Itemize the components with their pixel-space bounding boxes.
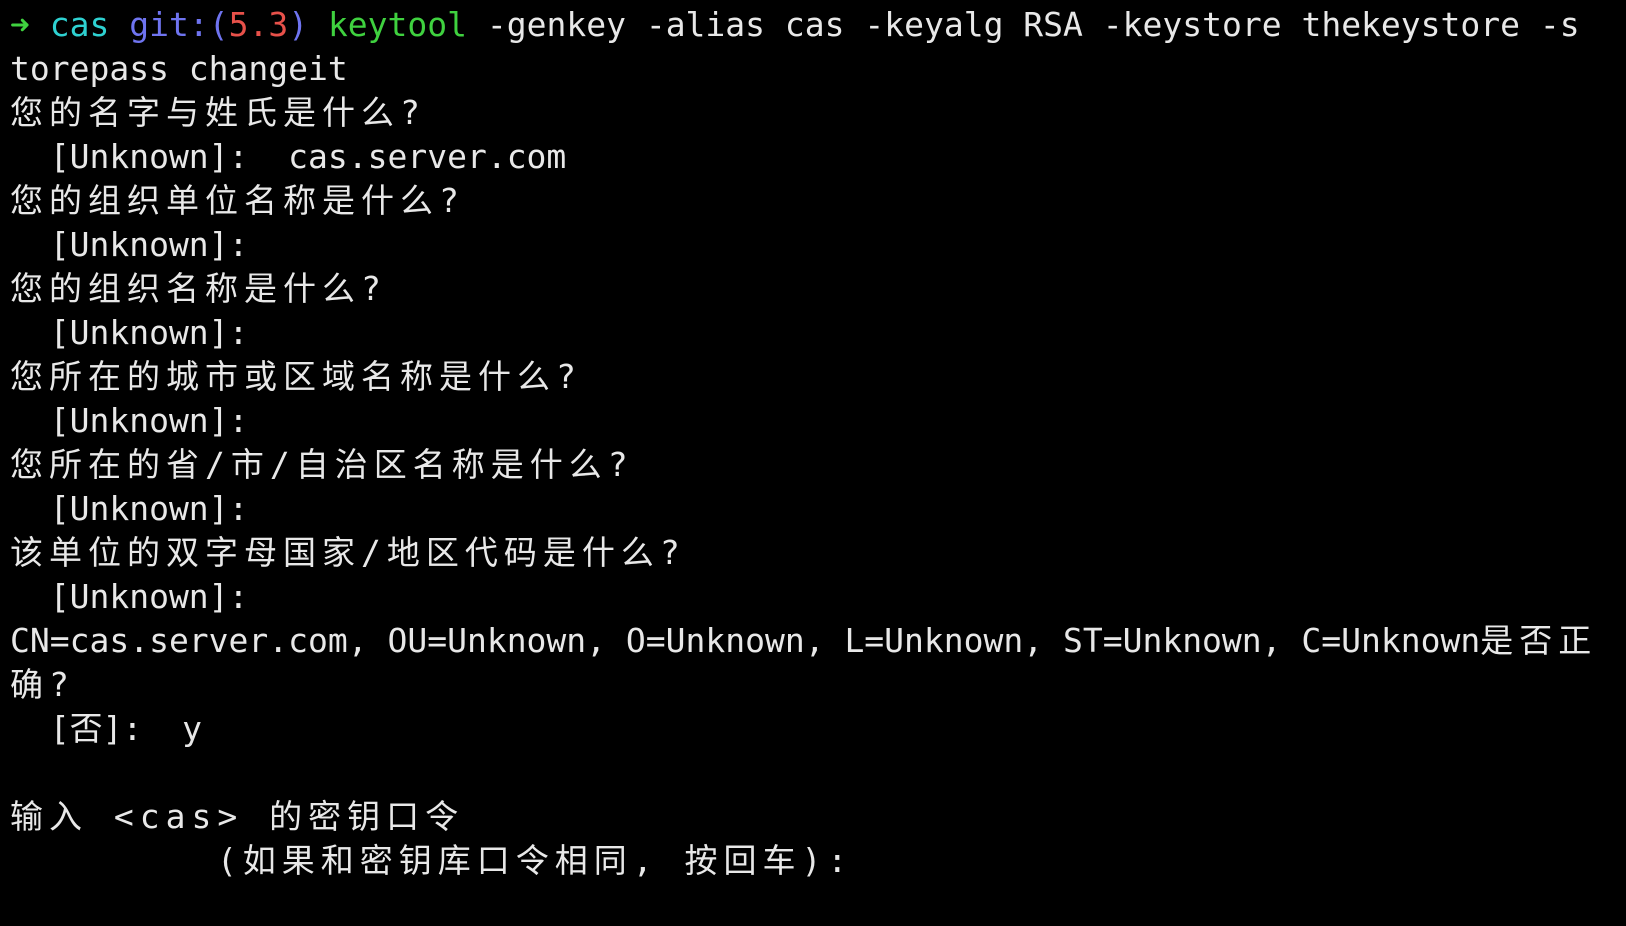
- command-name: keytool: [327, 5, 468, 44]
- question-org: 您的组织名称是什么?: [10, 269, 387, 308]
- answer-org-unit: [Unknown]:: [10, 225, 249, 264]
- answer-city: [Unknown]:: [10, 401, 249, 440]
- question-org-unit: 您的组织单位名称是什么?: [10, 181, 465, 220]
- prompt-line: ➜ cas git:(5.3) keytool -genkey -alias c…: [10, 3, 1616, 47]
- confirm-suffix-wrap: 确?: [10, 665, 75, 704]
- key-password-hint: (如果和密钥库口令相同, 按回车):: [10, 841, 854, 880]
- command-args: -genkey -alias cas -keyalg RSA -keystore…: [467, 5, 1580, 44]
- answer-country: [Unknown]:: [10, 577, 249, 616]
- question-city: 您所在的城市或区域名称是什么?: [10, 357, 582, 396]
- command-args-wrap: torepass changeit: [10, 49, 348, 88]
- question-name: 您的名字与姓氏是什么?: [10, 93, 426, 132]
- question-country: 该单位的双字母国家/地区代码是什么?: [10, 533, 686, 572]
- terminal-window[interactable]: ➜ cas git:(5.3) keytool -genkey -alias c…: [10, 0, 1616, 926]
- question-state: 您所在的省/市/自治区名称是什么?: [10, 445, 634, 484]
- prompt-git-close: ): [288, 5, 309, 44]
- answer-state: [Unknown]:: [10, 489, 249, 528]
- key-password-prompt: 输入 <cas> 的密钥口令: [10, 797, 465, 836]
- prompt-git-branch: 5.3: [228, 5, 289, 44]
- prompt-arrow-icon: ➜: [10, 5, 30, 44]
- answer-name: [Unknown]: cas.server.com: [10, 137, 567, 176]
- answer-org: [Unknown]:: [10, 313, 249, 352]
- prompt-git-label: git:(: [129, 5, 229, 44]
- confirm-dn: CN=cas.server.com, OU=Unknown, O=Unknown…: [10, 621, 1481, 660]
- confirm-suffix: 是否正: [1480, 621, 1598, 660]
- prompt-directory: cas: [49, 5, 110, 44]
- confirm-line: CN=cas.server.com, OU=Unknown, O=Unknown…: [10, 619, 1616, 663]
- confirm-answer: [否]: y: [10, 709, 202, 748]
